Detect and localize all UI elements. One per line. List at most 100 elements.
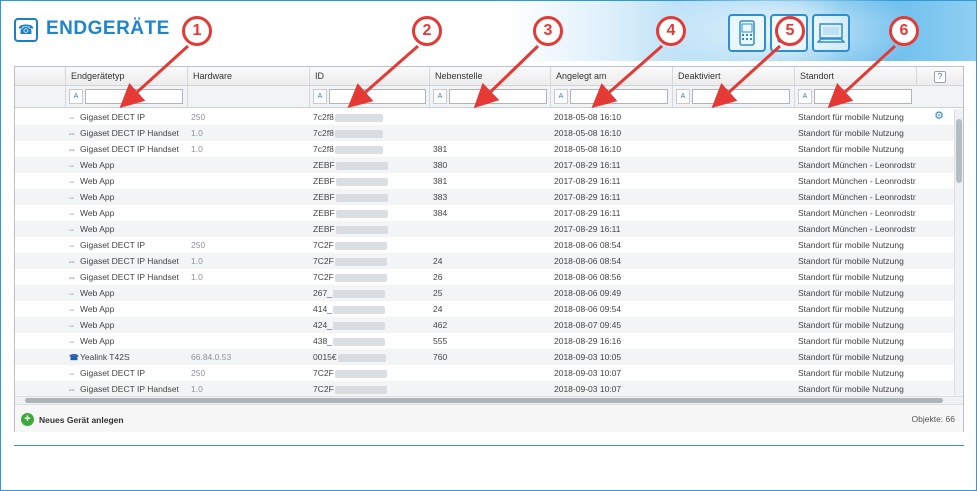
column-header-deactivated[interactable]: Deaktiviert: [672, 67, 794, 86]
vertical-scroll-thumb[interactable]: [956, 119, 962, 183]
column-header-extension[interactable]: Nebenstelle: [429, 67, 550, 86]
cell-created: 2017-08-29 16:11: [554, 192, 621, 202]
table-row[interactable]: ▪▫▪ Gigaset DECT IP Handset 1.0 7C2F 26 2018-…: [15, 269, 954, 285]
dect-icon: ▫▫▫: [69, 372, 74, 378]
vertical-scrollbar[interactable]: [954, 109, 963, 396]
table-row[interactable]: ▪▫▪ Gigaset DECT IP Handset 1.0 7c2f8 381 201…: [15, 141, 954, 157]
cell-hardware: [187, 301, 309, 317]
table-row[interactable]: ▫▫▫ Web App 267_ 25 2018-08-06 09:49 Standort…: [15, 285, 954, 301]
filter-created-input[interactable]: [570, 89, 668, 104]
device-type-label: Yealink T42S: [80, 352, 130, 362]
device-id-label: ZEBF: [313, 160, 335, 170]
table-row[interactable]: ▪▫▪ Gigaset DECT IP Handset 1.0 7C2F 2018-09…: [15, 381, 954, 396]
cell-deactivated: [672, 205, 794, 221]
web-app-icon: ▫▫▫: [69, 180, 74, 186]
cell-hardware: 66.84.0.53: [191, 352, 232, 362]
filter-mode-button[interactable]: A: [69, 89, 83, 104]
help-button[interactable]: ?: [934, 71, 946, 83]
add-device-label: Neues Gerät anlegen: [39, 414, 124, 425]
redacted-id: [335, 161, 388, 170]
cell-type: ☎ Yealink T42S: [65, 349, 187, 365]
web-app-icon: ▫▫▫: [69, 340, 74, 346]
cell-type: ▪▫▪ Gigaset DECT IP Handset: [65, 269, 187, 285]
cell-location: Standort für mobile Nutzung: [798, 304, 904, 314]
cell-ext: [429, 237, 550, 253]
table-row[interactable]: ▫▫▫ Gigaset DECT IP 250 7c2f8 2018-05-08 16:…: [15, 109, 954, 125]
horizontal-scroll-thumb[interactable]: [25, 398, 943, 403]
web-app-icon: ▫▫▫: [69, 212, 74, 218]
redacted-id: [335, 209, 388, 218]
filter-type-input[interactable]: [85, 89, 183, 104]
table-row[interactable]: ▫▫▫ Web App ZEBF 383 2017-08-29 16:11 Standor…: [15, 189, 954, 205]
cell-deactivated: [672, 365, 794, 381]
callout-6: 6: [889, 16, 919, 46]
filter-extension-input[interactable]: [449, 89, 547, 104]
table-row[interactable]: ▪▫▪ Gigaset DECT IP Handset 1.0 7C2F 24 2018-…: [15, 253, 954, 269]
cell-hardware: [187, 173, 309, 189]
cell-type: ▫▫▫ Web App: [65, 205, 187, 221]
table-row[interactable]: ▫▫▫ Gigaset DECT IP 250 7C2F 2018-09-03 10:0…: [15, 365, 954, 381]
cell-ext: 381: [433, 176, 448, 186]
cell-deactivated: [672, 125, 794, 141]
table-row[interactable]: ▫▫▫ Web App ZEBF 2017-08-29 16:11 Standort M…: [15, 221, 954, 237]
cell-type: ▫▫▫ Gigaset DECT IP: [65, 365, 187, 381]
table-body: ▫▫▫ Gigaset DECT IP 250 7c2f8 2018-05-08 16:…: [15, 109, 954, 396]
cell-location: Standort für mobile Nutzung: [798, 336, 904, 346]
table-row[interactable]: ▫▫▫ Web App 414_ 24 2018-08-06 09:54 Standort…: [15, 301, 954, 317]
add-device-button[interactable]: + Neues Gerät anlegen: [21, 412, 124, 427]
cell-hardware: 1.0: [191, 128, 203, 138]
table-row[interactable]: ▫▫▫ Web App ZEBF 380 2017-08-29 16:11 Standor…: [15, 157, 954, 173]
redacted-id: [335, 193, 388, 202]
filter-mode-button[interactable]: A: [676, 89, 690, 104]
table-row[interactable]: ☎ Yealink T42S 66.84.0.53 0015€ 760 2018-09-0…: [15, 349, 954, 365]
column-header-hardware[interactable]: Hardware: [187, 67, 309, 86]
dect-icon: ▫▫▫: [69, 244, 74, 250]
filter-id: A: [309, 86, 429, 108]
filter-deactivated-input[interactable]: [692, 89, 790, 104]
filter-mode-button[interactable]: A: [798, 89, 812, 104]
callout-2: 2: [412, 16, 442, 46]
table-row[interactable]: ▫▫▫ Web App 424_ 462 2018-08-07 09:45 Standor…: [15, 317, 954, 333]
device-type-label: Web App: [80, 160, 115, 170]
column-header-id[interactable]: ID: [309, 67, 429, 86]
table-row[interactable]: ▫▫▫ Web App ZEBF 381 2017-08-29 16:11 Standor…: [15, 173, 954, 189]
filter-mode-button[interactable]: A: [433, 89, 447, 104]
filter-row: A A A A A A ⚙: [15, 86, 963, 122]
redacted-id: [332, 305, 385, 314]
column-header-created[interactable]: Angelegt am: [550, 67, 672, 86]
cell-ext: 462: [433, 320, 448, 330]
table-row[interactable]: ▫▫▫ Web App ZEBF 384 2017-08-29 16:11 Standor…: [15, 205, 954, 221]
table-row[interactable]: ▪▫▪ Gigaset DECT IP Handset 1.0 7c2f8 2018-0…: [15, 125, 954, 141]
mobile-phone-icon[interactable]: [728, 14, 766, 52]
filter-id-input[interactable]: [329, 89, 426, 104]
computer-icon[interactable]: [812, 14, 850, 52]
filter-mode-button[interactable]: A: [313, 89, 327, 104]
callout-4: 4: [656, 16, 686, 46]
cell-ext: 26: [433, 272, 443, 282]
filter-location: A: [794, 86, 916, 108]
cell-deactivated: [672, 285, 794, 301]
cell-created: 2017-08-29 16:11: [554, 224, 621, 234]
column-header-location[interactable]: Standort: [794, 67, 916, 86]
device-type-label: Web App: [80, 208, 115, 218]
bottom-divider: [14, 445, 964, 446]
callout-3: 3: [533, 16, 563, 46]
cell-id: 414_: [309, 301, 429, 317]
column-header-type[interactable]: Endgerätetyp: [65, 67, 187, 86]
web-app-icon: ▫▫▫: [69, 228, 74, 234]
cell-deactivated: [672, 109, 794, 125]
filter-mode-button[interactable]: A: [554, 89, 568, 104]
cell-deactivated: [672, 381, 794, 396]
dect-handset-icon: ▪▫▪: [69, 148, 74, 154]
cell-type: ▫▫▫ Web App: [65, 317, 187, 333]
device-id-label: 0015€: [313, 352, 337, 362]
filter-location-input[interactable]: [814, 89, 912, 104]
table-row[interactable]: ▫▫▫ Web App 438_ 555 2018-08-29 16:16 Standor…: [15, 333, 954, 349]
redacted-id: [332, 321, 385, 330]
table-row[interactable]: ▫▫▫ Gigaset DECT IP 250 7C2F 2018-08-06 08:5…: [15, 237, 954, 253]
horizontal-scrollbar[interactable]: [15, 396, 963, 404]
cell-ext: 24: [433, 304, 443, 314]
cell-location: Standort für mobile Nutzung: [798, 144, 904, 154]
phone-icon: ☎: [14, 18, 38, 42]
cell-created: 2018-08-06 08:54: [554, 256, 622, 266]
